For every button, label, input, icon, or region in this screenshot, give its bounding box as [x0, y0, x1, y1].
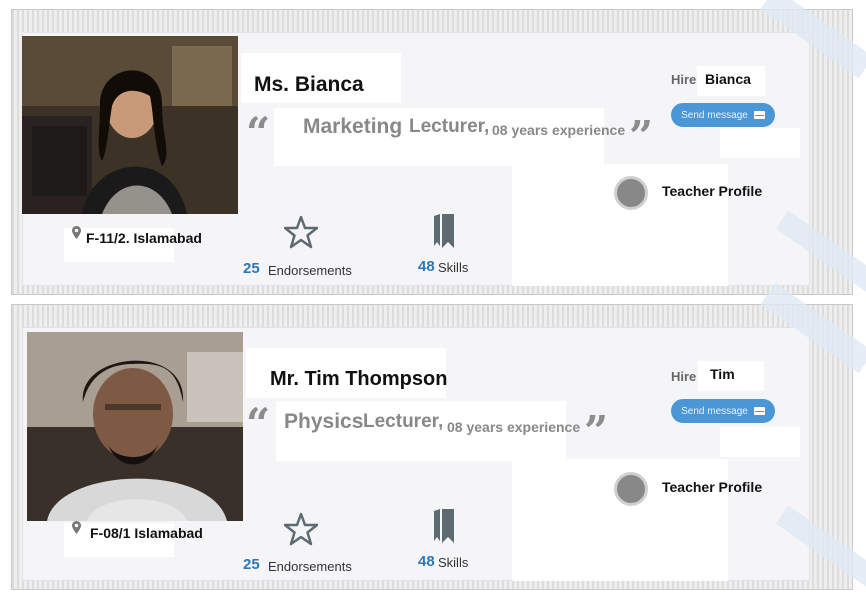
hire-label: Hire — [671, 369, 697, 384]
endorsements-label[interactable]: Endorsements — [268, 263, 352, 278]
open-quote-icon: “ — [246, 399, 271, 448]
teacher-name[interactable]: Mr. Tim Thompson — [270, 368, 447, 391]
profile-dot-icon[interactable] — [614, 472, 648, 506]
close-quote-icon: ” — [584, 407, 609, 456]
send-message-label: Send message — [681, 405, 748, 417]
send-message-label: Send message — [681, 109, 748, 121]
endorsements-label[interactable]: Endorsements — [268, 559, 352, 574]
side-backdrop — [720, 427, 800, 457]
teacher-name[interactable]: Ms. Bianca — [254, 73, 364, 97]
teacher-profile-link[interactable]: Teacher Profile — [662, 479, 762, 495]
open-quote-icon: “ — [246, 108, 271, 157]
teacher-card: Mr. Tim Thompson “ Physics Lecturer, 08 … — [11, 282, 866, 590]
star-icon[interactable] — [283, 512, 319, 552]
teacher-card: Ms. Bianca “ Marketing Lecturer, 08 year… — [11, 0, 866, 295]
skills-count: 48 — [418, 258, 435, 275]
hire-button[interactable]: Bianca — [705, 71, 751, 87]
teacher-subject: Physics — [284, 410, 364, 433]
star-icon[interactable] — [283, 215, 319, 255]
teacher-subject: Marketing — [303, 115, 403, 138]
send-message-button[interactable]: Send message — [671, 103, 775, 127]
teacher-experience: 08 years experience — [492, 122, 626, 138]
profile-dot-icon[interactable] — [614, 176, 648, 210]
teacher-photo — [27, 332, 243, 521]
teacher-title: Lecturer, — [409, 116, 490, 137]
map-pin-icon — [72, 521, 81, 537]
teacher-location: F-11/2. Islamabad — [86, 230, 202, 246]
envelope-icon — [753, 111, 765, 119]
skills-label[interactable]: Skills — [438, 555, 468, 570]
skills-label[interactable]: Skills — [438, 260, 468, 275]
bookmark-icon[interactable] — [432, 212, 456, 255]
hire-label: Hire — [671, 72, 697, 87]
send-message-button[interactable]: Send message — [671, 399, 775, 423]
skills-count: 48 — [418, 553, 435, 570]
teacher-profile-link[interactable]: Teacher Profile — [662, 183, 762, 199]
teacher-location: F-08/1 Islamabad — [90, 525, 203, 541]
close-quote-icon: ” — [629, 112, 654, 161]
teacher-experience: 08 years experience — [447, 419, 581, 435]
teacher-title: Lecturer, — [363, 411, 444, 432]
teacher-photo — [22, 36, 238, 214]
endorsements-count: 25 — [243, 556, 260, 573]
bookmark-icon[interactable] — [432, 507, 456, 550]
map-pin-icon — [72, 226, 81, 242]
hire-button[interactable]: Tim — [710, 366, 735, 382]
endorsements-count: 25 — [243, 260, 260, 277]
side-backdrop — [720, 128, 800, 158]
envelope-icon — [753, 407, 765, 415]
